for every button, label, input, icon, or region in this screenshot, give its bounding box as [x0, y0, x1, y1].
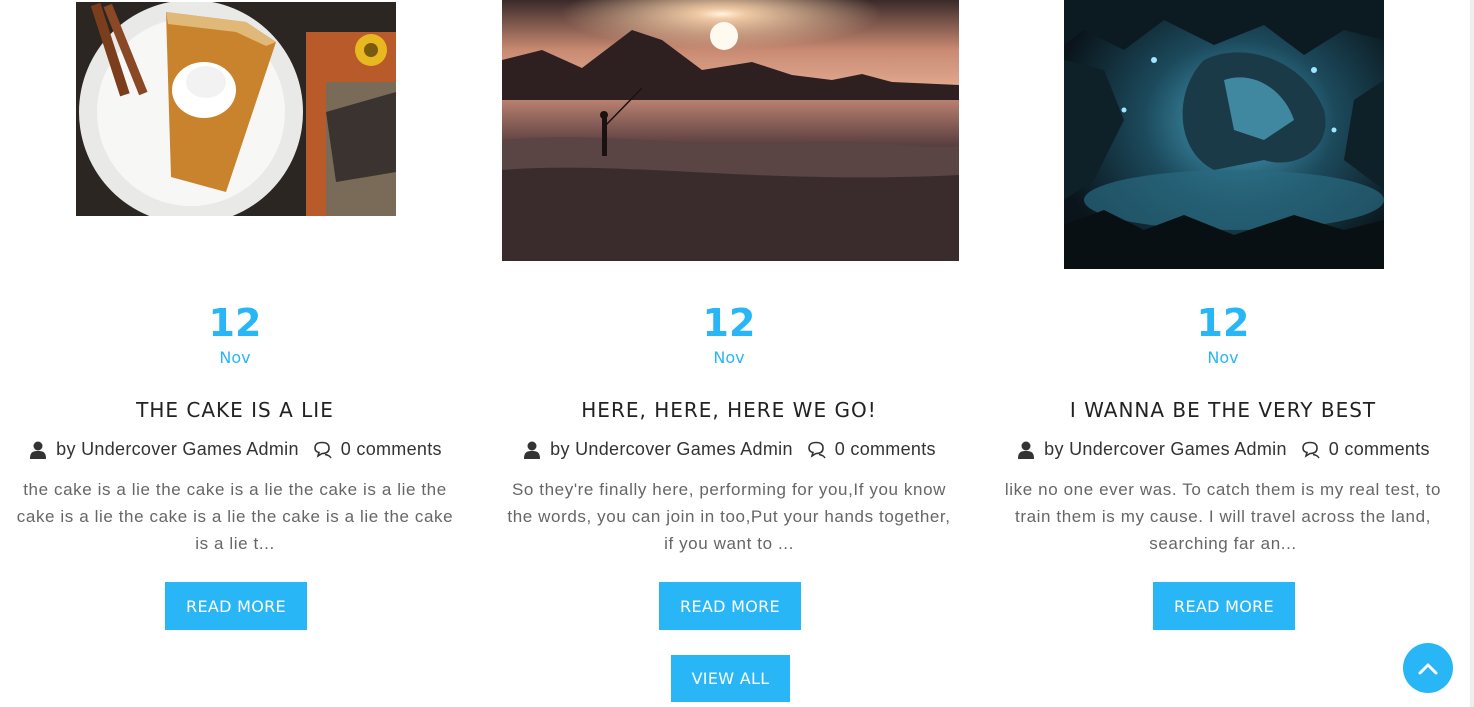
- post-meta: by Undercover Games Admin 0 comments: [988, 439, 1458, 460]
- post-thumbnail-link[interactable]: [76, 2, 396, 216]
- user-icon: [1016, 440, 1036, 460]
- post-thumbnail-link[interactable]: [502, 0, 959, 261]
- post-date-day: 12: [702, 301, 756, 345]
- read-more-button[interactable]: READ MORE: [1153, 582, 1295, 630]
- post-date-month: Nov: [713, 348, 745, 367]
- post-meta: by Undercover Games Admin 0 comments: [494, 439, 964, 460]
- blog-post-card: 12 Nov I WANNA BE THE VERY BEST by Under…: [988, 0, 1458, 640]
- post-comments[interactable]: 0 comments: [835, 439, 936, 460]
- blog-post-card: 12 Nov THE CAKE IS A LIE by Undercover G…: [0, 0, 470, 640]
- read-more-button[interactable]: READ MORE: [165, 582, 307, 630]
- user-icon: [28, 440, 48, 460]
- blog-post-card: 12 Nov HERE, HERE, HERE WE GO! by Underc…: [494, 0, 964, 640]
- sunset-beach-photo: [502, 0, 959, 261]
- post-author[interactable]: by Undercover Games Admin: [550, 439, 793, 460]
- post-thumbnail-link[interactable]: [1064, 0, 1384, 269]
- post-date-month: Nov: [1207, 348, 1239, 367]
- post-date-day: 12: [1196, 301, 1250, 345]
- post-date-month: Nov: [219, 348, 251, 367]
- post-comments[interactable]: 0 comments: [341, 439, 442, 460]
- post-title[interactable]: I WANNA BE THE VERY BEST: [988, 396, 1458, 424]
- comments-icon: [807, 440, 827, 460]
- post-author[interactable]: by Undercover Games Admin: [56, 439, 299, 460]
- view-all-button[interactable]: VIEW ALL: [671, 655, 790, 702]
- post-date-day: 12: [208, 301, 262, 345]
- comments-icon: [313, 440, 333, 460]
- comments-icon: [1301, 440, 1321, 460]
- post-meta: by Undercover Games Admin 0 comments: [0, 439, 470, 460]
- back-to-top-button[interactable]: [1403, 643, 1453, 693]
- post-author[interactable]: by Undercover Games Admin: [1044, 439, 1287, 460]
- user-icon: [522, 440, 542, 460]
- chevron-up-icon: [1418, 663, 1438, 675]
- post-title[interactable]: THE CAKE IS A LIE: [0, 396, 470, 424]
- crystal-cave-photo: [1064, 0, 1384, 269]
- post-title[interactable]: HERE, HERE, HERE WE GO!: [494, 396, 964, 424]
- post-excerpt: So they're finally here, performing for …: [507, 480, 951, 553]
- post-comments[interactable]: 0 comments: [1329, 439, 1430, 460]
- pie-photo: [76, 2, 396, 216]
- post-excerpt: like no one ever was. To catch them is m…: [1004, 480, 1442, 553]
- post-excerpt: the cake is a lie the cake is a lie the …: [16, 480, 454, 553]
- read-more-button[interactable]: READ MORE: [659, 582, 801, 630]
- page-scrollbar[interactable]: [1470, 0, 1474, 707]
